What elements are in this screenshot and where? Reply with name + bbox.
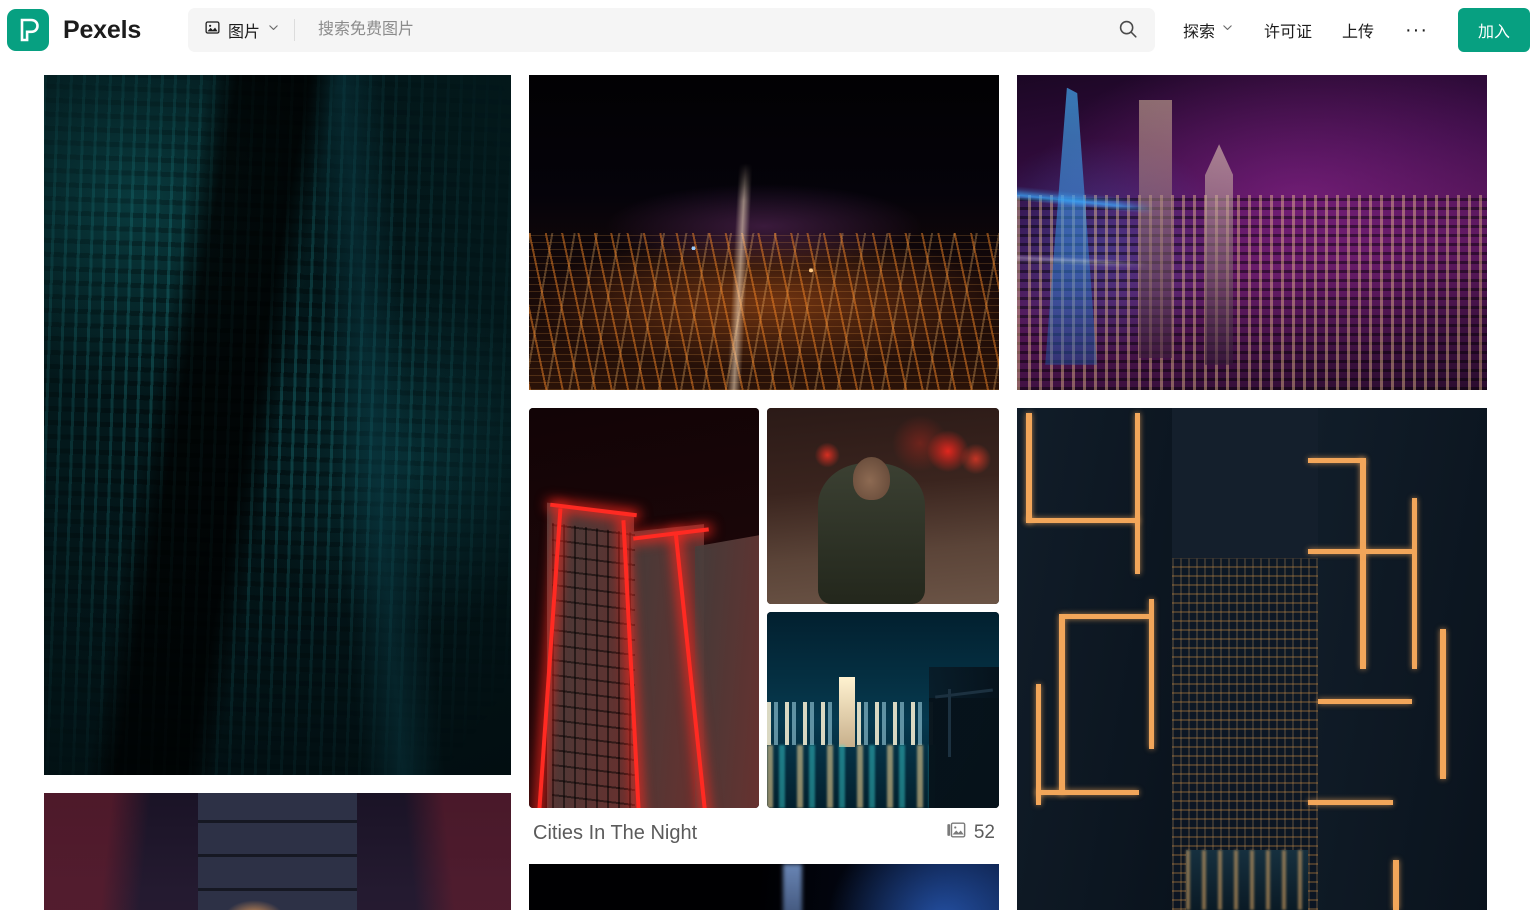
photo-amber-window-towers[interactable] <box>1017 408 1487 910</box>
photo-artwork <box>1017 75 1487 390</box>
collection-count: 52 <box>946 820 995 846</box>
search-submit-button[interactable] <box>1101 8 1155 52</box>
collection-count-value: 52 <box>973 822 995 843</box>
chevron-down-icon <box>1221 21 1234 39</box>
photo-artwork <box>767 612 999 808</box>
photo-shanghai-pudong-night[interactable] <box>1017 75 1487 390</box>
chevron-down-icon <box>267 21 280 39</box>
collection-photos-icon <box>946 820 966 846</box>
photo-dubai-skyline-night[interactable] <box>529 75 999 390</box>
grid-column-3 <box>1017 75 1487 910</box>
search-type-selector[interactable]: 图片 <box>188 8 294 52</box>
nav-item-license[interactable]: 许可证 <box>1249 10 1327 50</box>
collection-preview-grid <box>529 408 999 808</box>
photo-aerial-night-city-teal[interactable] <box>44 75 511 775</box>
pexels-p-logo-icon <box>7 9 49 51</box>
photo-grid: Cities In The Night 52 <box>0 60 1537 910</box>
nav-item-upload[interactable]: 上传 <box>1327 10 1389 50</box>
search-type-label: 图片 <box>228 24 261 41</box>
photo-artwork <box>529 408 759 808</box>
nav-item-explore[interactable]: 探索 <box>1168 10 1249 50</box>
photo-artwork <box>1017 408 1487 910</box>
grid-column-2: Cities In The Night 52 <box>529 75 999 910</box>
join-button[interactable]: 加入 <box>1457 8 1530 52</box>
search-icon <box>1117 18 1139 43</box>
photo-red-neon-building[interactable] <box>529 408 759 808</box>
site-header: Pexels 图片 搜索免费图片 探索 许可证 上传 ··· 加入 <box>0 0 1537 60</box>
photo-artwork <box>767 408 999 604</box>
photo-artwork <box>529 864 999 910</box>
photo-dark-alley-purple[interactable] <box>44 793 511 910</box>
collection-thumbs <box>767 408 999 808</box>
main-nav: 探索 许可证 上传 ··· 加入 <box>1168 0 1530 60</box>
search-input[interactable] <box>295 8 1101 52</box>
amber-light-bars <box>1017 408 1487 910</box>
brand-name: Pexels <box>63 15 142 44</box>
photo-artwork <box>529 75 999 390</box>
photo-artwork <box>44 75 511 775</box>
photo-waterfront-city-reflection[interactable] <box>767 612 999 808</box>
nav-item-explore-label: 探索 <box>1182 24 1215 41</box>
image-icon <box>204 19 221 41</box>
grid-column-1 <box>44 75 511 910</box>
ellipsis-icon[interactable]: ··· <box>1389 10 1444 50</box>
collection-card-cities-in-the-night[interactable]: Cities In The Night 52 <box>529 408 999 846</box>
photo-blue-light-dark[interactable] <box>529 864 999 910</box>
brand-home-link[interactable]: Pexels <box>0 9 141 51</box>
photo-woman-street-red-lights[interactable] <box>767 408 999 604</box>
photo-artwork <box>44 793 511 910</box>
search-bar: 图片 <box>188 8 1155 52</box>
collection-meta: Cities In The Night 52 <box>529 808 999 846</box>
collection-title[interactable]: Cities In The Night <box>533 822 697 845</box>
